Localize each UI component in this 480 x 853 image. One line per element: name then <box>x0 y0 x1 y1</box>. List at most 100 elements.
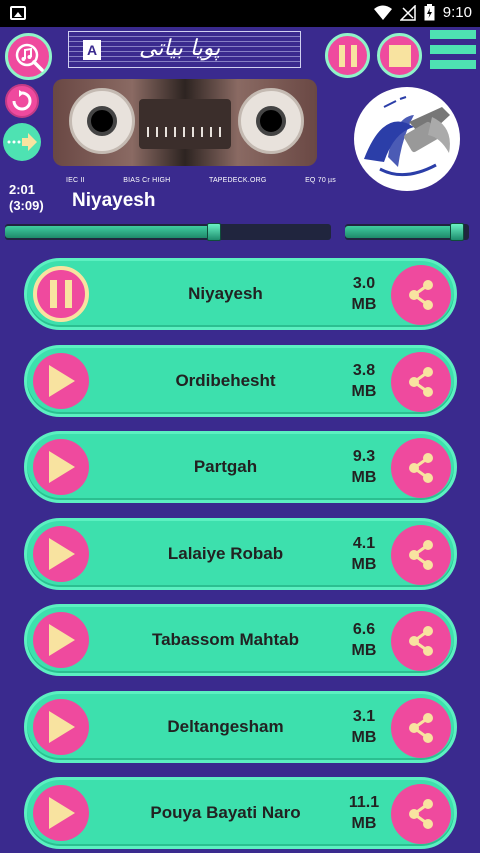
track-play-button[interactable] <box>33 352 89 409</box>
cassette-label: A پویا بیاتی <box>68 31 301 68</box>
track-share-button[interactable] <box>391 524 451 585</box>
track-share-button[interactable] <box>391 265 451 325</box>
share-icon <box>409 366 433 397</box>
track-size-value: 6.6 <box>352 621 376 638</box>
play-icon <box>49 537 75 570</box>
track-size: 11.1 MB <box>339 792 389 834</box>
cassette-side: A <box>83 40 101 60</box>
track-size: 9.3 MB <box>339 446 389 488</box>
track-share-button[interactable] <box>391 697 451 758</box>
left-reel <box>69 88 135 154</box>
track-row[interactable]: Partgah 9.3 MB <box>24 431 457 503</box>
share-icon <box>409 539 433 570</box>
status-bar: 9:10 <box>0 0 480 27</box>
seek-bar-thumb[interactable] <box>206 223 221 241</box>
share-icon <box>409 280 433 310</box>
volume-bar-thumb[interactable] <box>449 223 464 241</box>
current-time: 2:01 <box>9 182 36 197</box>
artist-signature: پویا بیاتی <box>139 36 221 61</box>
track-play-button[interactable] <box>33 439 89 495</box>
music-search-icon <box>15 43 44 72</box>
track-play-button[interactable] <box>33 698 89 755</box>
stop-button[interactable] <box>377 33 422 78</box>
right-reel <box>238 88 304 154</box>
pause-button[interactable] <box>325 33 370 78</box>
track-row[interactable]: Ordibehesht 3.8 MB <box>24 344 457 417</box>
battery-icon <box>424 4 435 21</box>
share-icon <box>409 453 433 483</box>
track-size: 3.8 MB <box>339 360 389 402</box>
track-size-value: 3.0 <box>352 275 376 292</box>
track-play-button[interactable] <box>33 612 89 668</box>
volume-bar[interactable] <box>345 223 469 241</box>
menu-line-icon <box>430 60 476 69</box>
track-row[interactable]: Niyayesh 3.0 MB <box>24 258 457 330</box>
artist-logo <box>354 87 460 191</box>
seek-bar[interactable] <box>5 223 331 241</box>
cassette-image <box>53 79 317 166</box>
track-share-button[interactable] <box>391 611 451 671</box>
track-size-value: 11.1 <box>348 794 380 811</box>
track-name: Niyayesh <box>188 284 263 303</box>
track-row[interactable]: Pouya Bayati Naro 11.1 MB <box>24 777 457 849</box>
share-icon <box>409 799 433 829</box>
track-size: 6.6 MB <box>339 619 389 661</box>
play-icon <box>49 451 75 483</box>
track-size-unit: MB <box>351 555 377 573</box>
track-play-button[interactable] <box>33 525 89 582</box>
menu-line-icon <box>430 30 476 39</box>
track-name: Ordibehesht <box>175 370 276 390</box>
share-icon <box>409 626 433 656</box>
track-size-unit: MB <box>351 382 377 400</box>
play-icon <box>49 710 75 743</box>
stop-icon <box>388 44 411 67</box>
track-size: 3.1 MB <box>339 706 389 748</box>
track-size-value: 9.3 <box>352 448 376 465</box>
total-time: (3:09) <box>9 198 44 213</box>
image-notification-icon <box>10 6 26 20</box>
clock: 9:10 <box>442 4 472 21</box>
play-icon <box>49 797 75 829</box>
track-name: Lalaiye Robab <box>167 543 284 563</box>
track-row[interactable]: Deltangesham 3.1 MB <box>24 690 457 763</box>
cassette-info: IEC II BIAS Cr HIGH TAPEDECK.ORG EQ 70 µ… <box>66 177 336 184</box>
track-size-value: 3.1 <box>352 707 376 725</box>
track-share-button[interactable] <box>391 351 451 412</box>
play-icon <box>49 364 75 397</box>
seek-bar-fill <box>5 226 214 238</box>
track-share-button[interactable] <box>391 438 451 498</box>
pause-icon <box>50 280 72 308</box>
track-row[interactable]: Lalaiye Robab 4.1 MB <box>24 517 457 590</box>
track-size: 3.0 MB <box>339 273 389 315</box>
tape-window <box>139 99 231 149</box>
track-play-button[interactable] <box>33 785 89 841</box>
cassette-info-iec: IEC II <box>66 177 85 184</box>
track-size: 4.1 MB <box>339 533 389 575</box>
track-row[interactable]: Tabassom Mahtab 6.6 MB <box>24 604 457 676</box>
repeat-button[interactable] <box>5 84 39 118</box>
track-size-value: 3.8 <box>352 361 376 379</box>
repeat-icon <box>12 90 32 111</box>
system-icons: 9:10 <box>373 4 472 21</box>
cassette-info-bias: BIAS Cr HIGH <box>123 177 171 184</box>
play-icon <box>49 624 75 656</box>
cassette-info-eq: EQ 70 µs <box>305 177 336 184</box>
volume-bar-fill <box>345 226 457 238</box>
arrow-right-icon <box>7 133 37 151</box>
next-button[interactable] <box>3 123 41 161</box>
signal-off-icon <box>399 4 416 21</box>
track-name: Pouya Bayati Naro <box>150 803 301 822</box>
track-size-unit: MB <box>351 642 377 659</box>
music-search-button[interactable] <box>5 33 52 80</box>
track-size-unit: MB <box>351 469 377 486</box>
track-size-unit: MB <box>351 728 377 746</box>
now-playing-title: Niyayesh <box>72 190 156 211</box>
track-size-unit: MB <box>351 815 377 832</box>
track-pause-button[interactable] <box>33 266 89 322</box>
track-name: Partgah <box>193 457 258 476</box>
share-icon <box>409 712 433 743</box>
menu-line-icon <box>430 45 476 54</box>
track-name: Deltangesham <box>167 716 284 736</box>
menu-button[interactable] <box>430 30 476 80</box>
track-share-button[interactable] <box>391 784 451 844</box>
